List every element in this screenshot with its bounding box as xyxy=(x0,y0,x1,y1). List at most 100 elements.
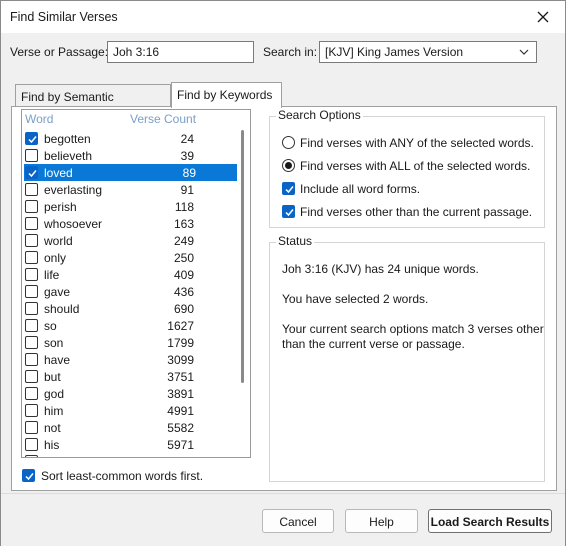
list-item[interactable]: gave 436 xyxy=(22,283,237,300)
verse-count: 249 xyxy=(173,234,194,248)
other-verses-checkbox[interactable] xyxy=(282,205,295,218)
list-item[interactable]: believeth 39 xyxy=(22,147,237,164)
checkmark-icon xyxy=(28,136,37,144)
list-item[interactable]: perish 118 xyxy=(22,198,237,215)
list-item[interactable]: his 5971 xyxy=(22,436,237,453)
sort-checkbox-label: Sort least-common words first. xyxy=(41,469,204,483)
word-checkbox[interactable] xyxy=(25,183,38,196)
verse-count: 5971 xyxy=(167,438,194,452)
verse-count: 7113 xyxy=(168,455,194,457)
radio-all-label: Find verses with ALL of the selected wor… xyxy=(300,159,531,173)
word-checkbox[interactable] xyxy=(25,234,38,247)
close-icon xyxy=(537,11,549,23)
list-item[interactable]: life 409 xyxy=(22,266,237,283)
status-selected-words: You have selected 2 words. xyxy=(282,292,429,306)
list-item[interactable]: begotten 24 xyxy=(22,130,237,147)
word-text: have xyxy=(44,353,71,367)
word-text: life xyxy=(44,268,60,282)
word-checkbox[interactable] xyxy=(25,353,38,366)
word-checkbox[interactable] xyxy=(25,455,38,457)
word-text: his xyxy=(44,438,60,452)
list-item[interactable]: have 3099 xyxy=(22,351,237,368)
sort-least-common-option[interactable]: Sort least-common words first. xyxy=(22,468,242,485)
dialog-window: Find Similar Verses Verse or Passage: Jo… xyxy=(0,0,566,546)
search-options-title: Search Options xyxy=(276,108,363,122)
word-forms-checkbox[interactable] xyxy=(282,182,295,195)
word-checkbox[interactable] xyxy=(25,200,38,213)
verse-count: 1799 xyxy=(167,336,194,350)
list-item[interactable]: world 249 xyxy=(22,232,237,249)
radio-all-words[interactable] xyxy=(282,159,295,172)
word-checkbox[interactable] xyxy=(25,370,38,383)
status-group: Status Joh 3:16 (KJV) has 24 unique word… xyxy=(269,234,545,482)
sort-checkbox[interactable] xyxy=(22,469,35,482)
list-item[interactable]: god 3891 xyxy=(22,385,237,402)
list-item[interactable]: everlasting 91 xyxy=(22,181,237,198)
verse-count: 690 xyxy=(173,302,194,316)
status-match-line-2: than the current verse or passage. xyxy=(282,337,465,351)
list-item[interactable]: should 690 xyxy=(22,300,237,317)
column-header-verse-count[interactable]: Verse Count xyxy=(130,112,196,126)
word-checkbox[interactable] xyxy=(25,217,38,230)
word-checkbox[interactable] xyxy=(25,421,38,434)
word-checkbox[interactable] xyxy=(25,268,38,281)
word-list-scrollbar[interactable] xyxy=(236,128,250,457)
verse-input[interactable]: Joh 3:16 xyxy=(107,41,254,63)
word-forms-label: Include all word forms. xyxy=(300,182,421,196)
word-checkbox[interactable] xyxy=(25,319,38,332)
tab-keywords-label: Find by Keywords xyxy=(177,88,273,102)
list-item[interactable]: whosoever 163 xyxy=(22,215,237,232)
radio-any-words[interactable] xyxy=(282,136,295,149)
verse-count: 24 xyxy=(180,132,194,146)
cancel-button[interactable]: Cancel xyxy=(262,509,334,533)
word-checkbox[interactable] xyxy=(25,251,38,264)
list-item[interactable]: him 4991 xyxy=(22,402,237,419)
word-text: whosoever xyxy=(44,217,103,231)
verse-count: 3751 xyxy=(167,370,194,384)
list-item[interactable]: son 1799 xyxy=(22,334,237,351)
status-title: Status xyxy=(276,234,315,248)
version-select[interactable]: [KJV] King James Version xyxy=(319,41,537,63)
verse-count: 5582 xyxy=(167,421,194,435)
window-title: Find Similar Verses xyxy=(10,10,118,24)
status-match-line-1: Your current search options match 3 vers… xyxy=(282,322,544,336)
word-list[interactable]: Word Verse Count begotten 24 believeth 39 lo… xyxy=(21,109,251,458)
word-text: everlasting xyxy=(44,183,103,197)
list-item[interactable]: not 5582 xyxy=(22,419,237,436)
list-item[interactable]: so 1627 xyxy=(22,317,237,334)
keywords-tab-page: Word Verse Count begotten 24 believeth 39 lo… xyxy=(11,106,557,491)
close-button[interactable] xyxy=(527,3,559,31)
word-text: only xyxy=(44,251,67,265)
word-checkbox[interactable] xyxy=(25,302,38,315)
word-checkbox[interactable] xyxy=(25,166,38,179)
list-item[interactable]: loved 89 xyxy=(24,164,237,181)
word-checkbox[interactable] xyxy=(25,149,38,162)
word-checkbox[interactable] xyxy=(25,285,38,298)
word-checkbox[interactable] xyxy=(25,132,38,145)
verse-count: 1627 xyxy=(167,319,194,333)
list-item[interactable]: for 7113 xyxy=(22,453,237,457)
word-text: not xyxy=(44,421,61,435)
word-checkbox[interactable] xyxy=(25,404,38,417)
title-bar: Find Similar Verses xyxy=(1,1,565,33)
help-button[interactable]: Help xyxy=(345,509,418,533)
word-checkbox[interactable] xyxy=(25,387,38,400)
tab-semantic-similarity[interactable]: Find by Semantic Similarity xyxy=(15,84,171,118)
verse-count: 39 xyxy=(180,149,194,163)
word-text: god xyxy=(44,387,65,401)
word-checkbox[interactable] xyxy=(25,336,38,349)
search-in-label: Search in: xyxy=(263,45,318,59)
load-search-results-button[interactable]: Load Search Results xyxy=(428,509,552,533)
list-item[interactable]: but 3751 xyxy=(22,368,237,385)
word-text: so xyxy=(44,319,57,333)
checkmark-icon xyxy=(28,170,37,178)
radio-any-label: Find verses with ANY of the selected wor… xyxy=(300,136,534,150)
column-header-word[interactable]: Word xyxy=(25,112,53,126)
scrollbar-thumb[interactable] xyxy=(241,130,244,383)
word-checkbox[interactable] xyxy=(25,438,38,451)
verse-count: 3099 xyxy=(167,353,194,367)
list-item[interactable]: only 250 xyxy=(22,249,237,266)
verse-count: 118 xyxy=(174,200,194,214)
word-text: believeth xyxy=(44,149,93,163)
tab-keywords[interactable]: Find by Keywords xyxy=(171,82,282,108)
